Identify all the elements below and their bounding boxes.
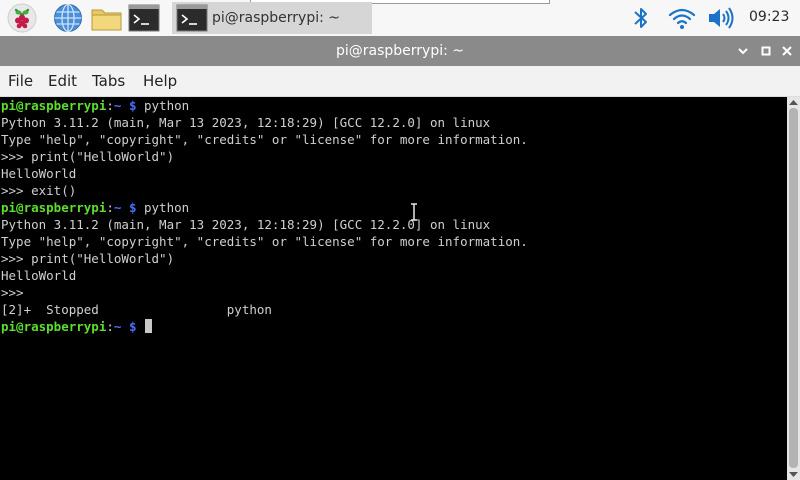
scroll-up-icon[interactable]	[788, 98, 799, 107]
terminal-line: Type "help", "copyright", "credits" or "…	[1, 132, 528, 147]
bluetooth-icon	[634, 8, 647, 28]
globe-icon	[54, 3, 82, 33]
terminal-line: HelloWorld	[1, 268, 77, 283]
raspberry-menu-button[interactable]	[7, 3, 37, 33]
terminal-command: python	[144, 98, 190, 113]
minimize-button[interactable]	[734, 42, 752, 60]
close-icon	[782, 46, 792, 56]
taskbar: pi@raspberrypi: ~ 09:23	[0, 0, 800, 36]
raspberry-icon	[7, 3, 37, 33]
terminal-icon	[176, 4, 208, 32]
volume-icon	[709, 7, 734, 29]
scroll-thumb[interactable]	[789, 108, 798, 468]
bluetooth-tray-button[interactable]	[630, 5, 652, 35]
text-cursor	[145, 319, 152, 333]
scroll-down-icon[interactable]	[788, 470, 799, 479]
terminal-line: pi@raspberrypi:~ $ python	[1, 97, 528, 114]
clock[interactable]: 09:23	[749, 9, 789, 25]
ibeam-cursor-icon	[411, 203, 417, 221]
terminal-command: python	[144, 200, 190, 215]
prompt-separator: :	[106, 319, 114, 334]
terminal-line: Python 3.11.2 (main, Mar 13 2023, 12:18:…	[1, 115, 491, 130]
prompt-symbol: $	[121, 200, 144, 215]
menu-file[interactable]: File	[8, 66, 33, 96]
maximize-icon	[761, 46, 771, 56]
terminal-line: Type "help", "copyright", "credits" or "…	[1, 234, 528, 249]
terminal-icon	[128, 4, 160, 32]
terminal-line: HelloWorld	[1, 166, 77, 181]
file-manager-launcher[interactable]	[90, 3, 122, 33]
terminal-line: Python 3.11.2 (main, Mar 13 2023, 12:18:…	[1, 217, 491, 232]
terminal-line: >>> exit()	[1, 183, 77, 198]
terminal-line: pi@raspberrypi:~ $	[1, 318, 528, 335]
maximize-button[interactable]	[757, 42, 775, 60]
prompt-separator: :	[106, 98, 114, 113]
taskbar-window-terminal[interactable]: pi@raspberrypi: ~	[172, 2, 372, 34]
prompt-user-host: pi@raspberrypi	[1, 98, 107, 113]
chevron-down-icon	[738, 48, 748, 55]
taskbar-window-label: pi@raspberrypi: ~	[212, 10, 341, 26]
terminal-line: >>> print("HelloWorld")	[1, 251, 175, 266]
window-title: pi@raspberrypi: ~	[335, 43, 465, 59]
wifi-icon	[668, 8, 696, 29]
terminal-area[interactable]: pi@raspberrypi:~ $ python Python 3.11.2 …	[0, 97, 787, 480]
volume-tray-button[interactable]	[706, 5, 736, 35]
terminal-line: >>> print("HelloWorld")	[1, 149, 175, 164]
menu-help[interactable]: Help	[143, 66, 177, 96]
wifi-tray-button[interactable]	[668, 5, 696, 35]
prompt-symbol: $	[121, 319, 144, 334]
terminal-scrollbar[interactable]	[787, 97, 800, 480]
terminal-output: pi@raspberrypi:~ $ python Python 3.11.2 …	[1, 97, 528, 335]
menu-bar: File Edit Tabs Help	[0, 66, 800, 97]
terminal-line: >>>	[1, 285, 24, 300]
folder-icon	[91, 9, 122, 31]
task-terminal-icon-wrap	[176, 3, 208, 33]
terminal-line: pi@raspberrypi:~ $ python	[1, 199, 528, 216]
terminal-line: [2]+ Stopped python	[1, 302, 272, 317]
prompt-user-host: pi@raspberrypi	[1, 319, 107, 334]
menu-tabs[interactable]: Tabs	[92, 66, 125, 96]
prompt-symbol: $	[121, 98, 144, 113]
prompt-user-host: pi@raspberrypi	[1, 200, 107, 215]
prompt-separator: :	[106, 200, 114, 215]
browser-launcher[interactable]	[53, 3, 83, 33]
terminal-launcher[interactable]	[128, 3, 160, 33]
window-titlebar[interactable]: pi@raspberrypi: ~	[0, 36, 800, 66]
menu-edit[interactable]: Edit	[48, 66, 77, 96]
close-button[interactable]	[778, 42, 796, 60]
